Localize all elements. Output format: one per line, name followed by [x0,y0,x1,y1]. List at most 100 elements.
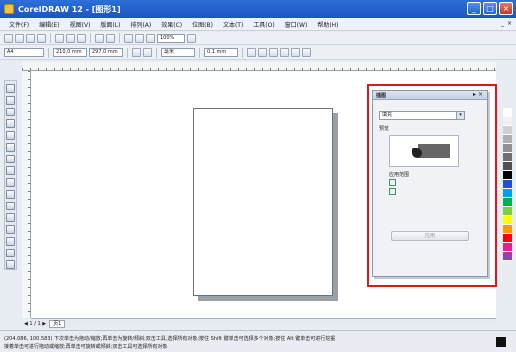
minimize-button[interactable]: _ [467,2,481,15]
page-height-field[interactable]: 297.0 mm [89,48,123,57]
paste-icon[interactable] [77,33,86,43]
interactive-blend-tool-icon[interactable] [6,213,15,222]
toolbox [4,80,17,270]
print-icon[interactable] [37,33,46,43]
fill-tool-icon[interactable] [6,248,15,258]
color-swatch[interactable] [503,144,512,153]
paper-type-select[interactable]: A4 [4,48,44,57]
chevron-down-icon[interactable] [187,33,196,43]
color-swatch[interactable] [503,225,512,234]
menu-window[interactable]: 窗口(W) [280,20,313,29]
application-window: CorelDRAW 12 - [图形1] _ □ × 文件(F) 编辑(E) 视… [0,0,516,352]
toolbar-separator [242,47,243,58]
snap-objects-icon[interactable] [280,48,289,57]
zoom-tool-icon[interactable] [6,119,15,128]
toolbar-separator [127,47,128,58]
eyedropper-tool-icon[interactable] [6,225,15,234]
dynamic-guides-icon[interactable] [291,48,300,57]
polygon-tool-icon[interactable] [6,178,15,187]
basic-shapes-tool-icon[interactable] [6,189,15,199]
menu-edit[interactable]: 编辑(E) [34,20,64,29]
status-text-primary: (204.086, 100.583) 下次单击为拖动/缩放;再单击为旋转/倾斜;… [4,336,336,342]
color-palette [503,108,512,261]
duplicate-distance-icon[interactable] [247,48,256,57]
menu-text[interactable]: 文本(T) [218,20,248,29]
vertical-ruler[interactable] [22,71,31,318]
color-swatch[interactable] [503,216,512,225]
snap-grid-icon[interactable] [258,48,267,57]
text-tool-icon[interactable] [6,201,15,211]
landscape-icon[interactable] [143,48,152,57]
color-swatch[interactable] [503,207,512,216]
menu-view[interactable]: 视图(V) [65,20,96,29]
shape-tool-icon[interactable] [6,95,15,105]
options-icon[interactable] [302,48,311,57]
export-icon[interactable] [135,33,144,43]
cut-icon[interactable] [55,33,64,43]
new-icon[interactable] [4,33,13,43]
copy-icon[interactable] [66,33,75,43]
save-icon[interactable] [26,33,35,43]
menu-file[interactable]: 文件(F) [4,20,34,29]
interactive-fill-tool-icon[interactable] [6,260,15,269]
snap-guides-icon[interactable] [269,48,278,57]
color-swatch[interactable] [503,162,512,171]
page-width-field[interactable]: 210.0 mm [53,48,87,57]
maximize-button[interactable]: □ [483,2,497,15]
zoom-level-select[interactable]: 100% [157,33,185,43]
menu-bar: 文件(F) 编辑(E) 视图(V) 版面(L) 排列(A) 效果(C) 位图(B… [0,18,516,31]
nudge-field[interactable]: 0.1 mm [204,48,238,57]
document-controls: _ × [501,20,512,27]
menu-layout[interactable]: 版面(L) [95,20,125,29]
menu-effects[interactable]: 效果(C) [156,20,187,29]
color-swatch[interactable] [503,135,512,144]
fill-color-indicator [496,337,506,347]
toolbar-separator [48,47,49,58]
color-swatch[interactable] [503,180,512,189]
color-swatch[interactable] [503,126,512,135]
color-swatch[interactable] [503,198,512,207]
undo-icon[interactable] [95,33,104,43]
doc-close-button[interactable]: × [507,20,512,27]
page-navigator: ◀ 1 / 1 ▶ 页1 [24,319,66,328]
title-bar: CorelDRAW 12 - [图形1] _ □ × [0,0,516,18]
menu-bitmaps[interactable]: 位图(B) [187,20,218,29]
color-swatch[interactable] [503,189,512,198]
page-tab[interactable]: 页1 [49,319,66,328]
close-button[interactable]: × [499,2,513,15]
menu-tools[interactable]: 工具(O) [248,20,279,29]
color-swatch[interactable] [503,108,512,117]
color-swatch[interactable] [503,243,512,252]
doc-minimize-button[interactable]: _ [501,20,504,27]
ellipse-tool-icon[interactable] [6,166,15,175]
units-select[interactable]: 毫米 [161,48,195,57]
app-launcher-icon[interactable] [146,33,155,43]
import-icon[interactable] [124,33,133,43]
portrait-icon[interactable] [132,48,141,57]
color-swatch[interactable] [503,171,512,180]
status-text-secondary: 接着单击可进行拖动或缩放;再单击可旋转或倾斜;双击工具可选择所有对象 [4,344,168,350]
open-icon[interactable] [15,33,24,43]
toolbar-separator [119,33,120,43]
document-page[interactable] [193,108,333,296]
redo-icon[interactable] [106,33,115,43]
horizontal-ruler[interactable] [22,62,496,71]
toolbar-separator [90,33,91,43]
pick-tool-icon[interactable] [6,84,15,93]
smart-fill-tool-icon[interactable] [6,142,15,152]
highlight-frame [367,84,497,287]
menu-help[interactable]: 帮助(H) [312,20,343,29]
color-swatch[interactable] [503,153,512,162]
window-title: CorelDRAW 12 - [图形1] [18,5,121,14]
property-bar: A4 210.0 mm 297.0 mm 毫米 0.1 mm [0,46,516,60]
horizontal-scrollbar[interactable] [31,318,496,327]
color-swatch[interactable] [503,117,512,126]
color-swatch[interactable] [503,252,512,261]
color-swatch[interactable] [503,234,512,243]
page-nav-controls[interactable]: ◀ 1 / 1 ▶ [24,321,46,327]
rectangle-tool-icon[interactable] [6,154,15,164]
menu-arrange[interactable]: 排列(A) [125,20,156,29]
crop-tool-icon[interactable] [6,107,15,117]
outline-tool-icon[interactable] [6,236,15,246]
freehand-tool-icon[interactable] [6,131,15,140]
